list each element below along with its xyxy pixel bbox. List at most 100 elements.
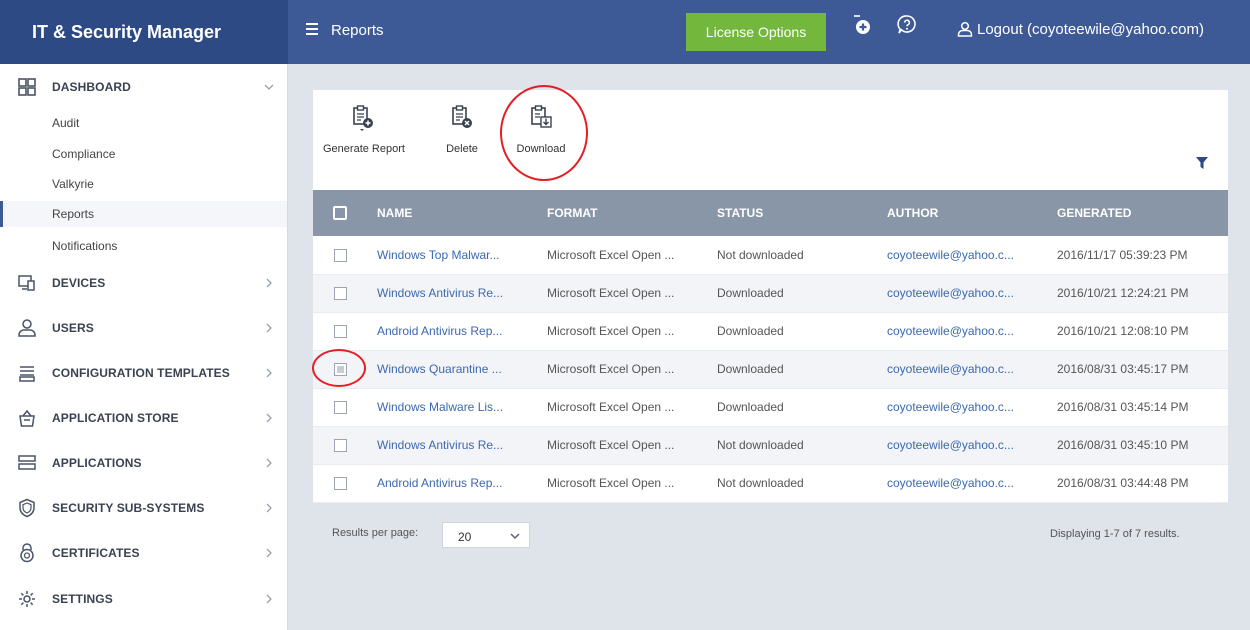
table-row[interactable]: Windows Top Malwar... Microsoft Excel Op… [313, 236, 1228, 274]
column-header-name[interactable]: NAME [363, 190, 533, 236]
sidebar-item-label: SETTINGS [52, 592, 113, 606]
report-format: Microsoft Excel Open ... [547, 286, 675, 300]
sidebar-item-application-store[interactable]: APPLICATION STORE [0, 403, 287, 433]
report-format: Microsoft Excel Open ... [547, 476, 675, 490]
chevron-right-icon [266, 548, 272, 558]
table-row[interactable]: Windows Antivirus Re... Microsoft Excel … [313, 274, 1228, 312]
results-per-page-select[interactable]: 20 [442, 522, 530, 548]
sidebar-item-label: APPLICATION STORE [52, 411, 179, 425]
report-format: Microsoft Excel Open ... [547, 324, 675, 338]
generate-report-button[interactable]: Generate Report [323, 104, 405, 155]
report-status: Downloaded [717, 286, 784, 300]
column-header-format[interactable]: FORMAT [533, 190, 703, 236]
add-circle-icon[interactable] [851, 14, 873, 36]
help-icon[interactable] [896, 14, 918, 36]
table-header: NAME FORMAT STATUS AUTHOR GENERATED [313, 190, 1228, 236]
delete-button[interactable]: Delete [440, 104, 484, 155]
applications-icon [18, 455, 36, 470]
menu-icon[interactable] [306, 23, 320, 37]
chevron-down-icon [510, 533, 520, 540]
report-name-link[interactable]: Windows Top Malwar... [377, 248, 500, 262]
report-generated: 2016/10/21 12:24:21 PM [1057, 286, 1189, 300]
sidebar-item-label: CONFIGURATION TEMPLATES [52, 366, 230, 380]
column-header-generated[interactable]: GENERATED [1043, 190, 1228, 236]
sidebar-item-applications[interactable]: APPLICATIONS [0, 448, 287, 478]
page-title: Reports [331, 22, 384, 39]
chevron-right-icon [266, 368, 272, 378]
sidebar-item-security-sub-systems[interactable]: SECURITY SUB-SYSTEMS [0, 493, 287, 523]
sidebar-item-label: SECURITY SUB-SYSTEMS [52, 501, 205, 515]
chevron-right-icon [266, 413, 272, 423]
sidebar-item-notifications[interactable]: Notifications [0, 233, 287, 259]
sidebar-item-audit[interactable]: Audit [0, 110, 287, 136]
table-row[interactable]: Android Antivirus Rep... Microsoft Excel… [313, 312, 1228, 350]
report-author: coyoteewile@yahoo.c... [887, 247, 1014, 262]
sidebar-item-certificates[interactable]: CERTIFICATES [0, 538, 287, 568]
chevron-down-icon [264, 84, 274, 90]
sidebar-item-dashboard[interactable]: DASHBOARD [0, 72, 287, 102]
sidebar-item-devices[interactable]: DEVICES [0, 268, 287, 298]
report-author: coyoteewile@yahoo.c... [887, 324, 1014, 338]
report-generated: 2016/10/21 12:08:10 PM [1057, 324, 1189, 338]
report-author: coyoteewile@yahoo.c... [887, 286, 1014, 300]
column-header-author[interactable]: AUTHOR [873, 190, 1043, 236]
filter-icon[interactable] [1195, 156, 1209, 170]
report-name-link[interactable]: Windows Malware Lis... [377, 400, 503, 414]
row-checkbox[interactable] [334, 325, 347, 339]
report-name-link[interactable]: Android Antivirus Rep... [377, 324, 502, 338]
sidebar-item-label: DEVICES [52, 276, 106, 290]
sidebar-item-label: Valkyrie [52, 177, 94, 191]
sidebar-item-label: Notifications [52, 239, 118, 253]
dashboard-grid-icon [18, 78, 36, 96]
table-row[interactable]: Windows Antivirus Re... Microsoft Excel … [313, 426, 1228, 464]
row-checkbox[interactable] [334, 248, 347, 262]
templates-icon [19, 366, 35, 382]
row-checkbox[interactable] [334, 287, 347, 301]
download-button[interactable]: Download [513, 104, 569, 155]
table-row[interactable]: Windows Quarantine ... Microsoft Excel O… [313, 350, 1228, 388]
sidebar-item-label: CERTIFICATES [52, 546, 140, 560]
row-checkbox[interactable] [334, 477, 347, 491]
row-checkbox[interactable] [334, 401, 347, 415]
sidebar-item-label: Audit [52, 116, 80, 130]
report-name-link[interactable]: Windows Antivirus Re... [377, 438, 503, 452]
sidebar-item-settings[interactable]: SETTINGS [0, 584, 287, 614]
user-icon [957, 21, 973, 37]
sidebar-item-label: Compliance [52, 147, 116, 161]
sidebar-item-label: Reports [52, 207, 95, 221]
sidebar-item-reports[interactable]: Reports [0, 201, 287, 227]
shield-icon [19, 498, 35, 518]
clipboard-download-icon [531, 105, 552, 128]
sidebar-item-compliance[interactable]: Compliance [0, 141, 287, 167]
report-author: coyoteewile@yahoo.c... [887, 400, 1014, 414]
sidebar: DASHBOARD Audit Compliance Valkyrie Repo… [0, 64, 288, 630]
report-name-link[interactable]: Windows Quarantine ... [377, 362, 502, 376]
sidebar-item-label: DASHBOARD [52, 80, 131, 94]
chevron-right-icon [266, 278, 272, 288]
logout-label: Logout (coyoteewile@yahoo.com) [977, 21, 1205, 38]
report-status: Downloaded [717, 362, 784, 376]
sidebar-item-label: USERS [52, 321, 94, 335]
user-icon [18, 319, 36, 337]
sidebar-item-configuration-templates[interactable]: CONFIGURATION TEMPLATES [0, 358, 287, 388]
table-row[interactable]: Windows Malware Lis... Microsoft Excel O… [313, 388, 1228, 426]
license-options-button[interactable]: License Options [686, 13, 826, 51]
column-header-status[interactable]: STATUS [703, 190, 873, 236]
row-checkbox[interactable] [334, 439, 347, 453]
chevron-right-icon [266, 323, 272, 333]
logout-link[interactable]: Logout (coyoteewile@yahoo.com) [957, 21, 1204, 38]
report-generated: 2016/08/31 03:45:10 PM [1057, 438, 1189, 452]
sidebar-item-users[interactable]: USERS [0, 313, 287, 343]
report-name-link[interactable]: Windows Antivirus Re... [377, 286, 503, 300]
delete-label: Delete [446, 143, 478, 155]
report-name-link[interactable]: Android Antivirus Rep... [377, 476, 502, 490]
report-status: Downloaded [717, 400, 784, 414]
sidebar-item-valkyrie[interactable]: Valkyrie [0, 171, 287, 197]
reports-panel: Generate Report Delete Download NAME FOR… [313, 90, 1228, 503]
report-author: coyoteewile@yahoo.c... [887, 476, 1014, 490]
row-checkbox[interactable] [334, 363, 347, 377]
clipboard-add-icon [353, 105, 373, 131]
reports-table: NAME FORMAT STATUS AUTHOR GENERATED Wind… [313, 190, 1228, 503]
select-all-checkbox[interactable] [333, 206, 347, 221]
table-row[interactable]: Android Antivirus Rep... Microsoft Excel… [313, 464, 1228, 502]
